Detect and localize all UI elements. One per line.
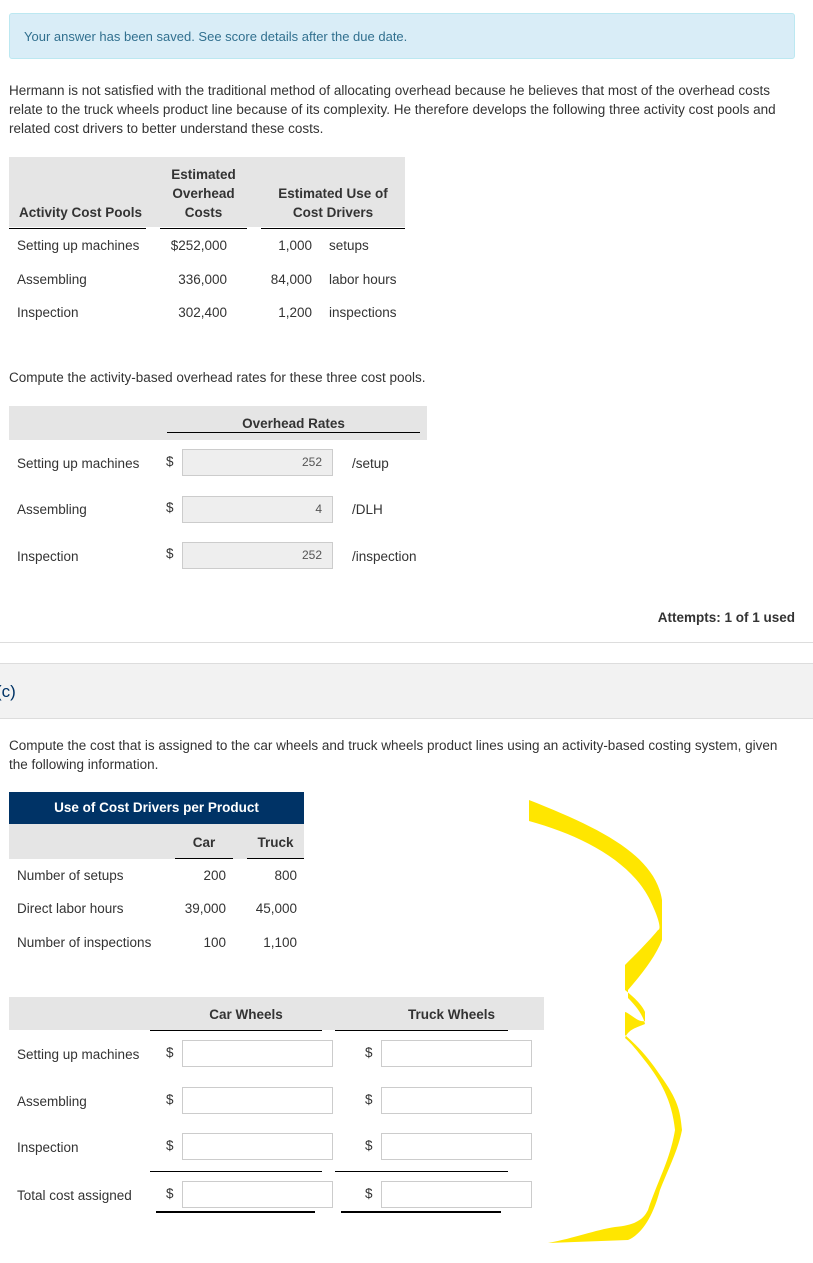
- header-car: Car: [192, 835, 216, 850]
- part-c-label: (c): [0, 682, 16, 701]
- car-total-cost-input[interactable]: [182, 1181, 333, 1208]
- car-value: 100: [203, 935, 226, 950]
- header-rule: [160, 228, 247, 229]
- overhead-cost: 302,400: [178, 305, 227, 320]
- dollar-sign: $: [166, 1045, 174, 1060]
- header-truck: Truck: [257, 835, 294, 850]
- dollar-sign: $: [166, 500, 174, 515]
- header-car-wheels: Car Wheels: [209, 1007, 283, 1022]
- dollar-sign: $: [166, 1092, 174, 1107]
- overhead-cost: 336,000: [178, 272, 227, 287]
- driver-label: Number of inspections: [17, 935, 152, 950]
- dollar-sign: $: [365, 1186, 373, 1201]
- driver-label: Number of setups: [17, 868, 124, 883]
- problem-intro: Hermann is not satisfied with the tradit…: [9, 83, 776, 136]
- truck-assembling-cost-input[interactable]: [381, 1087, 532, 1114]
- driver-unit: labor hours: [329, 272, 397, 287]
- rate-label: Setting up machines: [17, 456, 140, 471]
- row-label: Inspection: [17, 1140, 79, 1155]
- banner-message: Your answer has been saved. See score de…: [24, 29, 408, 44]
- truck-inspection-cost-input[interactable]: [381, 1133, 532, 1160]
- rate-label: Inspection: [17, 549, 79, 564]
- header-overhead-rates: Overhead Rates: [242, 416, 345, 431]
- rate-unit: /inspection: [352, 549, 417, 564]
- header-estimated-overhead-costs: Estimated Overhead Costs: [171, 167, 236, 220]
- pool-name: Assembling: [17, 272, 87, 287]
- total-double-rule: [341, 1211, 501, 1213]
- car-value: 39,000: [184, 901, 226, 916]
- dollar-sign: $: [365, 1045, 373, 1060]
- pool-name: Setting up machines: [17, 238, 140, 253]
- header-estimated-use-of-cost-drivers: Estimated Use of Cost Drivers: [278, 186, 388, 220]
- truck-total-cost-input[interactable]: [381, 1181, 532, 1208]
- section-divider: [0, 642, 813, 643]
- driver-quantity: 1,000: [278, 238, 312, 253]
- header-rule: [247, 858, 304, 859]
- subtotal-rule: [335, 1171, 508, 1172]
- dollar-sign: $: [365, 1092, 373, 1107]
- dollar-sign: $: [166, 1138, 174, 1153]
- car-inspection-cost-input[interactable]: [182, 1133, 333, 1160]
- truck-setup-cost-input[interactable]: [381, 1040, 532, 1067]
- total-double-rule: [156, 1211, 315, 1213]
- inspection-rate-input[interactable]: 252: [182, 542, 333, 569]
- subtotal-rule: [150, 1171, 322, 1172]
- pool-name: Inspection: [17, 305, 79, 320]
- assembling-rate-input[interactable]: 4: [182, 496, 333, 523]
- row-label: Total cost assigned: [17, 1188, 132, 1203]
- rate-unit: /setup: [352, 456, 389, 471]
- part-c-instruction: Compute the cost that is assigned to the…: [9, 738, 778, 772]
- highlighter-stroke: [529, 800, 682, 1243]
- header-rule: [150, 1030, 322, 1031]
- table-title: Use of Cost Drivers per Product: [9, 792, 304, 824]
- header-activity-cost-pools: Activity Cost Pools: [19, 205, 143, 220]
- header-rule: [261, 228, 405, 229]
- car-setup-cost-input[interactable]: [182, 1040, 333, 1067]
- car-value: 200: [203, 868, 226, 883]
- dollar-sign: $: [365, 1138, 373, 1153]
- rate-unit: /DLH: [352, 502, 383, 517]
- overhead-cost: $252,000: [170, 238, 227, 253]
- dollar-sign: $: [166, 546, 174, 561]
- part-c-header: [0, 663, 813, 719]
- row-label: Assembling: [17, 1094, 87, 1109]
- truck-value: 800: [274, 868, 297, 883]
- driver-label: Direct labor hours: [17, 901, 124, 916]
- header-rule: [167, 432, 420, 433]
- setup-rate-input[interactable]: 252: [182, 449, 333, 476]
- driver-unit: setups: [329, 238, 369, 253]
- driver-quantity: 84,000: [270, 272, 312, 287]
- driver-unit: inspections: [329, 305, 397, 320]
- row-label: Setting up machines: [17, 1047, 140, 1062]
- header-rule: [9, 228, 146, 229]
- truck-value: 45,000: [255, 901, 297, 916]
- part-b-instruction: Compute the activity-based overhead rate…: [9, 370, 426, 385]
- highlighter-annotation-mark: [529, 800, 682, 1243]
- rate-label: Assembling: [17, 502, 87, 517]
- driver-quantity: 1,200: [278, 305, 312, 320]
- header-truck-wheels: Truck Wheels: [407, 1007, 496, 1022]
- attempts-counter: Attempts: 1 of 1 used: [657, 610, 795, 625]
- header-rule: [335, 1030, 508, 1031]
- dollar-sign: $: [166, 454, 174, 469]
- header-rule: [175, 858, 233, 859]
- saved-answer-banner: Your answer has been saved. See score de…: [9, 13, 795, 59]
- dollar-sign: $: [166, 1186, 174, 1201]
- car-assembling-cost-input[interactable]: [182, 1087, 333, 1114]
- truck-value: 1,100: [263, 935, 297, 950]
